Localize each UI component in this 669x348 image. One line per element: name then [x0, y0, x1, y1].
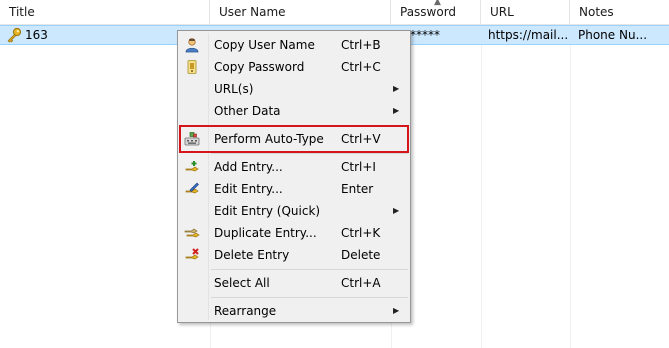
- menu-item-copy-username[interactable]: Copy User Name Ctrl+B: [180, 34, 408, 56]
- column-header-url[interactable]: URL: [481, 0, 570, 24]
- column-header-title[interactable]: Title: [0, 0, 210, 24]
- menu-item-perform-auto-type[interactable]: Perform Auto-Type Ctrl+V: [180, 128, 408, 150]
- menu-separator: [211, 269, 408, 270]
- delete-key-icon: [185, 248, 199, 260]
- menu-item-add-entry[interactable]: Add Entry... Ctrl+I: [180, 156, 408, 178]
- menu-separator: [211, 297, 408, 298]
- entry-title: 163: [25, 28, 48, 42]
- password-icon: [187, 60, 197, 74]
- menu-item-shortcut: Ctrl+V: [341, 132, 381, 146]
- sort-ascending-icon: ▲: [434, 0, 441, 7]
- menu-item-other-data[interactable]: Other Data ▶: [180, 100, 408, 122]
- edit-key-icon: [185, 182, 199, 194]
- menu-item-delete-entry[interactable]: Delete Entry Delete: [180, 244, 408, 266]
- menu-item-select-all[interactable]: Select All Ctrl+A: [180, 272, 408, 294]
- menu-item-duplicate-entry[interactable]: Duplicate Entry... Ctrl+K: [180, 222, 408, 244]
- menu-item-shortcut: Ctrl+K: [341, 226, 381, 240]
- user-icon: [185, 38, 199, 53]
- grid-line: [481, 25, 482, 348]
- menu-item-label: Perform Auto-Type: [214, 132, 324, 146]
- menu-item-label: Select All: [214, 276, 270, 290]
- menu-item-copy-password[interactable]: Copy Password Ctrl+C: [180, 56, 408, 78]
- grid-line: [570, 25, 571, 348]
- menu-item-shortcut: Ctrl+A: [341, 276, 381, 290]
- menu-item-label: URL(s): [214, 82, 254, 96]
- menu-item-label: Add Entry...: [214, 160, 283, 174]
- menu-item-label: Edit Entry...: [214, 182, 283, 196]
- menu-item-label: Other Data: [214, 104, 281, 118]
- menu-item-rearrange[interactable]: Rearrange ▶: [180, 300, 408, 322]
- entry-notes: Phone Nu...: [578, 28, 648, 42]
- menu-item-urls[interactable]: URL(s) ▶: [180, 78, 408, 100]
- menu-item-label: Duplicate Entry...: [214, 226, 317, 240]
- add-key-icon: [185, 161, 199, 172]
- auto-type-icon: [184, 132, 200, 146]
- menu-item-label: Copy User Name: [214, 38, 315, 52]
- menu-item-shortcut: Ctrl+C: [341, 60, 381, 74]
- menu-item-label: Delete Entry: [214, 248, 290, 262]
- column-header-username[interactable]: User Name: [210, 0, 391, 24]
- menu-separator: [211, 125, 408, 126]
- menu-item-shortcut: Ctrl+B: [341, 38, 381, 52]
- duplicate-key-icon: [184, 228, 200, 238]
- submenu-arrow-icon: ▶: [393, 106, 400, 115]
- menu-item-label: Copy Password: [214, 60, 305, 74]
- submenu-arrow-icon: ▶: [393, 84, 400, 93]
- menu-separator: [211, 153, 408, 154]
- key-icon: [7, 27, 22, 43]
- menu-item-edit-entry[interactable]: Edit Entry... Enter: [180, 178, 408, 200]
- column-header: Title User Name Password URL Notes ▲: [0, 0, 669, 25]
- context-menu: Copy User Name Ctrl+B Copy Password Ctrl…: [177, 30, 411, 323]
- menu-item-shortcut: Delete: [341, 248, 381, 262]
- menu-item-shortcut: Ctrl+I: [341, 160, 376, 174]
- menu-item-edit-entry-quick[interactable]: Edit Entry (Quick) ▶: [180, 200, 408, 222]
- menu-item-shortcut: Enter: [341, 182, 374, 196]
- menu-item-label: Edit Entry (Quick): [214, 204, 321, 218]
- column-header-notes[interactable]: Notes: [570, 0, 669, 24]
- submenu-arrow-icon: ▶: [393, 206, 400, 215]
- submenu-arrow-icon: ▶: [393, 306, 400, 315]
- entry-url: https://mail...: [488, 28, 568, 42]
- menu-item-label: Rearrange: [214, 304, 277, 318]
